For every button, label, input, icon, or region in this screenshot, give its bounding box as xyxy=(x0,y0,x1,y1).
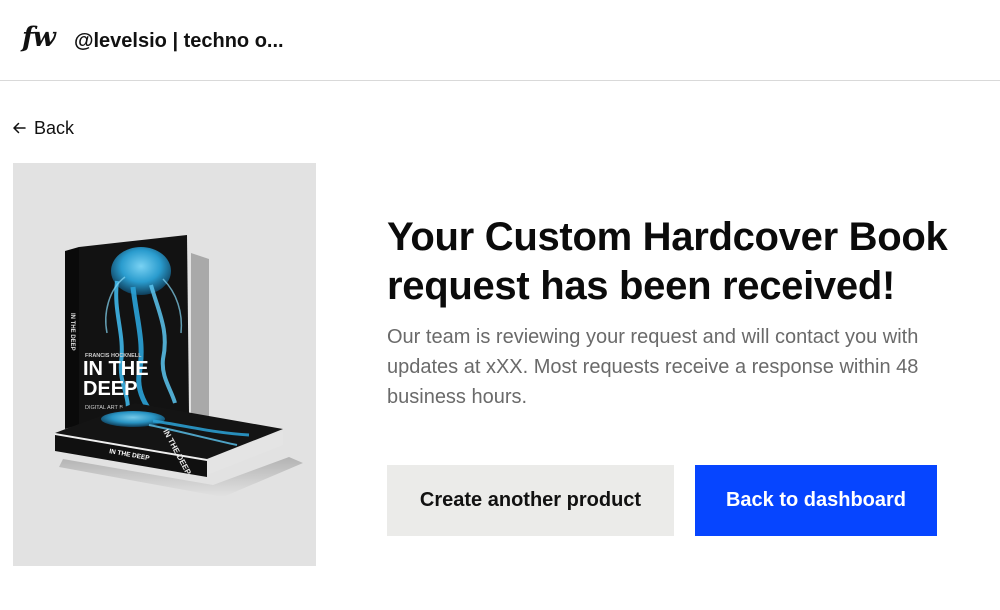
product-image: IN THE DEEP FRANCIS HOCKNELL IN THE DEEP… xyxy=(13,163,316,566)
hardcover-book-mockup: IN THE DEEP FRANCIS HOCKNELL IN THE DEEP… xyxy=(55,235,303,497)
book-title-line1: IN THE xyxy=(83,358,149,380)
create-another-product-button[interactable]: Create another product xyxy=(387,465,674,536)
back-to-dashboard-button[interactable]: Back to dashboard xyxy=(695,465,937,536)
top-bar: fw @levelsio | techno o... xyxy=(0,0,1000,81)
arrow-left-icon xyxy=(13,122,26,134)
spine-text: IN THE DEEP xyxy=(69,313,75,351)
back-label: Back xyxy=(34,118,75,138)
confirmation-message: Our team is reviewing your request and w… xyxy=(387,326,919,408)
book-title-line2: DEEP xyxy=(83,378,137,400)
back-link[interactable]: Back xyxy=(12,117,74,139)
confirmation-headline: Your Custom Hardcover Book request has b… xyxy=(387,215,948,308)
app-title: @levelsio | techno o... xyxy=(74,30,284,52)
book-shadow xyxy=(191,253,209,425)
app-logo[interactable]: fw xyxy=(22,22,56,54)
